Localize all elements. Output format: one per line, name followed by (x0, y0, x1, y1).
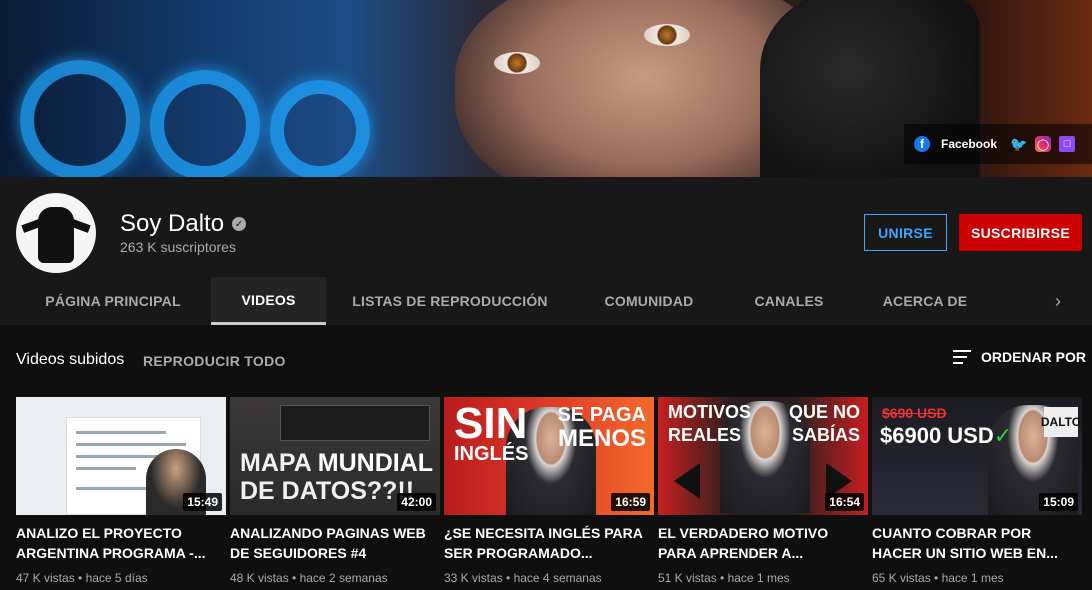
video-thumbnail[interactable]: 15:49 (16, 397, 226, 515)
tab-about[interactable]: ACERCA DE (854, 277, 996, 325)
thumb-art (76, 487, 146, 490)
thumb-art (280, 405, 430, 441)
video-meta: 33 K vistas • hace 4 semanas (444, 571, 602, 585)
facebook-icon: f (914, 136, 930, 152)
channel-banner: f Facebook 🐦 ◯ □ (0, 0, 1092, 177)
sort-icon (952, 350, 971, 364)
video-duration: 15:49 (183, 493, 222, 511)
channel-name: Soy Dalto ✓ (120, 210, 247, 238)
join-button[interactable]: UNIRSE (864, 214, 947, 251)
play-all-button[interactable]: REPRODUCIR TODO (143, 353, 286, 369)
video-meta: 48 K vistas • hace 2 semanas (230, 571, 388, 585)
video-card[interactable]: $690 USD $6900 USD✓ DALTO 15:09 CUANTO C… (872, 397, 1082, 585)
video-thumbnail[interactable]: MAPA MUNDIAL DE DATOS??!! 42:00 (230, 397, 440, 515)
social-links: f Facebook 🐦 ◯ □ (904, 124, 1092, 164)
twitch-icon[interactable]: □ (1059, 136, 1076, 152)
thumb-text: INGLÉS (454, 443, 529, 465)
video-duration: 16:59 (611, 493, 650, 511)
video-title[interactable]: EL VERDADERO MOTIVO PARA APRENDER A... (658, 523, 868, 563)
thumb-text: SIN (454, 399, 528, 448)
banner-decoration (270, 80, 370, 177)
video-age: hace 5 días (85, 571, 148, 585)
facebook-link[interactable]: f Facebook (914, 136, 997, 152)
channel-header: Soy Dalto ✓ 263 K suscriptores UNIRSE SU… (0, 177, 1092, 277)
video-card[interactable]: 15:49 ANALIZO EL PROYECTO ARGENTINA PROG… (16, 397, 226, 585)
video-views: 48 K vistas (230, 571, 289, 585)
thumb-text: SE PAGA MENOS (557, 404, 646, 452)
thumb-art (76, 467, 136, 470)
thumb-art (76, 443, 186, 446)
tab-community[interactable]: COMUNIDAD (574, 277, 724, 325)
video-card[interactable]: MAPA MUNDIAL DE DATOS??!! 42:00 ANALIZAN… (230, 397, 440, 585)
video-duration: 16:54 (825, 493, 864, 511)
banner-decoration (20, 60, 140, 177)
banner-eye (494, 52, 540, 74)
banner-decoration (150, 70, 260, 177)
subscribe-button[interactable]: SUSCRIBIRSE (959, 214, 1082, 251)
instagram-icon[interactable]: ◯ (1035, 136, 1052, 152)
tab-videos[interactable]: VIDEOS (211, 277, 326, 325)
video-views: 33 K vistas (444, 571, 503, 585)
chevron-right-icon[interactable]: › (1048, 291, 1068, 311)
video-age: hace 1 mes (941, 571, 1004, 585)
video-age: hace 2 semanas (299, 571, 388, 585)
section-title: Videos subidos (16, 351, 125, 368)
subscriber-count: 263 K suscriptores (120, 239, 236, 255)
video-title[interactable]: ¿SE NECESITA INGLÉS PARA SER PROGRAMADO.… (444, 523, 654, 563)
twitter-icon[interactable]: 🐦 (1010, 136, 1027, 152)
video-title[interactable]: CUANTO COBRAR POR HACER UN SITIO WEB EN.… (872, 523, 1082, 563)
channel-name-text: Soy Dalto (120, 210, 225, 237)
video-duration: 42:00 (397, 493, 436, 511)
thumb-text: $690 USD (882, 405, 947, 421)
channel-avatar[interactable] (16, 193, 96, 273)
banner-eye (644, 24, 690, 46)
tab-home[interactable]: PÁGINA PRINCIPAL (16, 277, 210, 325)
video-views: 65 K vistas (872, 571, 931, 585)
video-thumbnail[interactable]: $690 USD $6900 USD✓ DALTO 15:09 (872, 397, 1082, 515)
thumb-text: DALTO (1041, 407, 1081, 437)
video-card[interactable]: SIN INGLÉS SE PAGA MENOS 16:59 ¿SE NECESI… (444, 397, 654, 585)
video-age: hace 1 mes (727, 571, 790, 585)
tab-channels[interactable]: CANALES (725, 277, 853, 325)
video-card[interactable]: MOTIVOS REALES QUE NO SABÍAS 16:54 EL VERD… (658, 397, 868, 585)
video-title[interactable]: ANALIZANDO PAGINAS WEB DE SEGUIDORES #4 (230, 523, 440, 563)
verified-icon: ✓ (232, 217, 247, 231)
video-views: 47 K vistas (16, 571, 75, 585)
video-title[interactable]: ANALIZO EL PROYECTO ARGENTINA PROGRAMA -… (16, 523, 226, 563)
channel-tabs: PÁGINA PRINCIPAL VIDEOS LISTAS DE REPROD… (0, 277, 1092, 325)
video-age: hace 4 semanas (513, 571, 602, 585)
video-views: 51 K vistas (658, 571, 717, 585)
thumb-text: $6900 USD✓ (880, 423, 1013, 448)
sort-button[interactable]: ORDENAR POR (952, 349, 1086, 365)
thumb-text: MOTIVOS REALES (668, 402, 752, 445)
video-meta: 47 K vistas • hace 5 días (16, 571, 148, 585)
arrow-left-icon (674, 463, 700, 499)
video-thumbnail[interactable]: SIN INGLÉS SE PAGA MENOS 16:59 (444, 397, 654, 515)
facebook-label: Facebook (941, 137, 998, 151)
avatar-art (38, 207, 74, 263)
video-meta: 65 K vistas • hace 1 mes (872, 571, 1004, 585)
check-icon: ✓ (993, 423, 1013, 448)
tab-playlists[interactable]: LISTAS DE REPRODUCCIÓN (327, 277, 573, 325)
video-meta: 51 K vistas • hace 1 mes (658, 571, 790, 585)
videos-section: Videos subidos REPRODUCIR TODO ORDENAR P… (0, 325, 1092, 590)
video-thumbnail[interactable]: MOTIVOS REALES QUE NO SABÍAS 16:54 (658, 397, 868, 515)
thumb-text: QUE NO SABÍAS (788, 402, 860, 445)
sort-label: ORDENAR POR (980, 349, 1086, 365)
video-duration: 15:09 (1039, 493, 1078, 511)
thumb-art (76, 431, 166, 434)
